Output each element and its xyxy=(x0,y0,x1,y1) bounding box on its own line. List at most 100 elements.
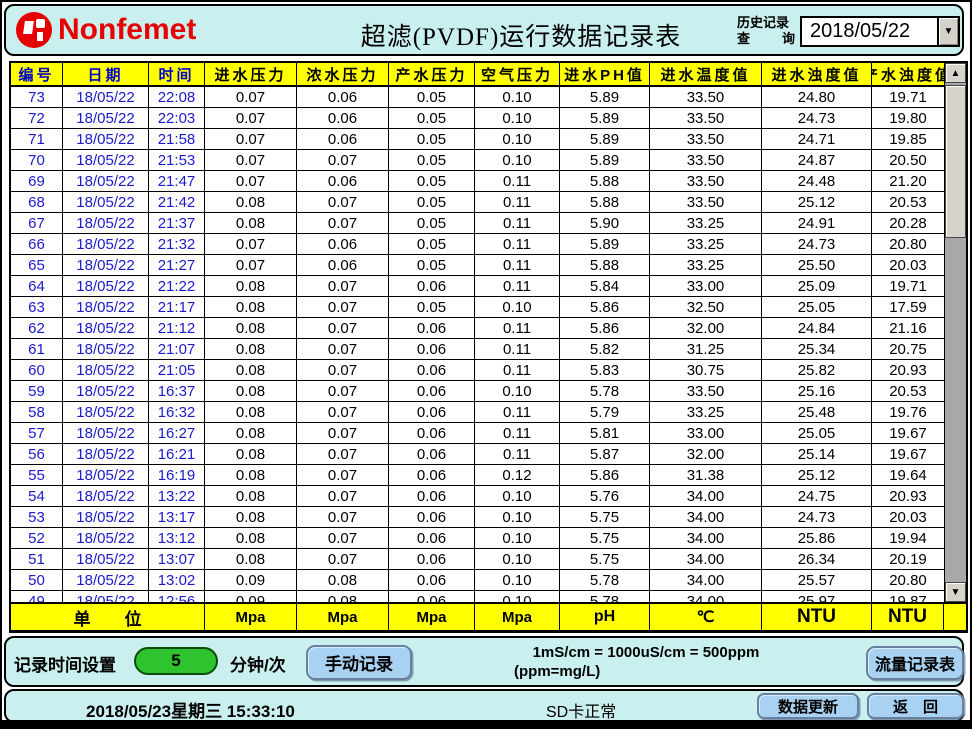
table-row: 5818/05/2216:320.080.070.060.115.7933.25… xyxy=(11,402,944,423)
table-cell: 21:58 xyxy=(149,129,205,150)
table-cell: 0.08 xyxy=(205,423,297,444)
unit-cell: NTU xyxy=(872,604,944,630)
record-interval-field[interactable]: 5 xyxy=(134,647,218,675)
table-cell: 19.80 xyxy=(872,108,944,129)
table-cell: 5.89 xyxy=(560,108,650,129)
return-button[interactable]: 返 回 xyxy=(867,693,964,719)
table-cell: 32.00 xyxy=(650,444,762,465)
history-date-select[interactable]: 2018/05/22 ▼ xyxy=(800,16,960,47)
table-cell: 24.48 xyxy=(762,171,872,192)
table-cell: 65 xyxy=(11,255,63,276)
scrollbar-thumb[interactable] xyxy=(945,85,966,238)
table-cell: 0.07 xyxy=(297,507,389,528)
table-cell: 21:42 xyxy=(149,192,205,213)
column-header: 时间 xyxy=(149,63,205,87)
control-panel: 记录时间设置 5 分钟/次 手动记录 1mS/cm = 1000uS/cm = … xyxy=(4,636,964,687)
history-query-label: 历史记录 查 询 xyxy=(737,15,795,47)
table-cell: 18/05/22 xyxy=(63,129,149,150)
table-cell: 64 xyxy=(11,276,63,297)
table-cell: 0.08 xyxy=(297,591,389,602)
table-cell: 18/05/22 xyxy=(63,507,149,528)
table-cell: 0.07 xyxy=(297,339,389,360)
table-cell: 19.64 xyxy=(872,465,944,486)
table-cell: 0.05 xyxy=(389,192,475,213)
table-cell: 18/05/22 xyxy=(63,486,149,507)
table-cell: 17.59 xyxy=(872,297,944,318)
table-cell: 0.11 xyxy=(475,255,560,276)
logo: Nonfemet xyxy=(16,12,196,48)
table-cell: 0.08 xyxy=(205,192,297,213)
vertical-scrollbar[interactable]: ▲ ▼ xyxy=(944,63,966,602)
table-cell: 50 xyxy=(11,570,63,591)
table-cell: 5.75 xyxy=(560,528,650,549)
table-row: 7218/05/2222:030.070.060.050.105.8933.50… xyxy=(11,108,944,129)
manual-record-button[interactable]: 手动记录 xyxy=(306,645,412,680)
table-cell: 18/05/22 xyxy=(63,213,149,234)
table-cell: 18/05/22 xyxy=(63,549,149,570)
history-date-value[interactable]: 2018/05/22 xyxy=(802,18,937,45)
table-cell: 0.07 xyxy=(297,213,389,234)
table-cell: 0.07 xyxy=(297,276,389,297)
table-cell: 0.07 xyxy=(205,150,297,171)
history-label-line2: 查 询 xyxy=(737,31,795,47)
table-cell: 0.10 xyxy=(475,507,560,528)
column-header: 产水压力 xyxy=(389,63,475,87)
table-cell: 0.06 xyxy=(389,423,475,444)
table-cell: 0.10 xyxy=(475,528,560,549)
table-cell: 0.06 xyxy=(389,486,475,507)
chevron-down-icon[interactable]: ▼ xyxy=(937,18,958,45)
table-cell: 13:07 xyxy=(149,549,205,570)
table-cell: 54 xyxy=(11,486,63,507)
table-cell: 73 xyxy=(11,87,63,108)
table-cell: 32.50 xyxy=(650,297,762,318)
table-cell: 0.08 xyxy=(205,381,297,402)
table-row: 5918/05/2216:370.080.070.060.105.7833.50… xyxy=(11,381,944,402)
table-cell: 25.05 xyxy=(762,423,872,444)
table-cell: 19.71 xyxy=(872,276,944,297)
scroll-up-icon[interactable]: ▲ xyxy=(945,63,966,83)
table-cell: 5.79 xyxy=(560,402,650,423)
table-cell: 5.78 xyxy=(560,570,650,591)
table-cell: 5.90 xyxy=(560,213,650,234)
scroll-down-icon[interactable]: ▼ xyxy=(945,582,966,602)
table-row: 4918/05/2212:560.090.080.060.105.7834.00… xyxy=(11,591,944,602)
table-cell: 5.88 xyxy=(560,255,650,276)
table-cell: 0.08 xyxy=(205,318,297,339)
table-cell: 0.05 xyxy=(389,213,475,234)
table-cell: 21:17 xyxy=(149,297,205,318)
table-cell: 25.12 xyxy=(762,465,872,486)
table-cell: 20.53 xyxy=(872,381,944,402)
table-cell: 0.06 xyxy=(389,507,475,528)
table-cell: 16:27 xyxy=(149,423,205,444)
table-cell: 34.00 xyxy=(650,528,762,549)
table-cell: 0.07 xyxy=(297,423,389,444)
table-cell: 0.08 xyxy=(205,444,297,465)
table-cell: 20.75 xyxy=(872,339,944,360)
table-cell: 33.25 xyxy=(650,234,762,255)
table-cell: 0.05 xyxy=(389,255,475,276)
table-cell: 34.00 xyxy=(650,570,762,591)
table-cell: 19.67 xyxy=(872,423,944,444)
unit-cell: Mpa xyxy=(205,604,297,630)
column-header: 产水浊度值 xyxy=(872,63,944,87)
table-cell: 18/05/22 xyxy=(63,465,149,486)
table-cell: 49 xyxy=(11,591,63,602)
table-cell: 13:17 xyxy=(149,507,205,528)
table-cell: 0.11 xyxy=(475,192,560,213)
table-cell: 20.93 xyxy=(872,360,944,381)
table-cell: 20.03 xyxy=(872,507,944,528)
flow-record-table-button[interactable]: 流量记录表 xyxy=(866,646,964,680)
unit-cell: NTU xyxy=(762,604,872,630)
table-cell: 0.06 xyxy=(297,255,389,276)
data-update-button[interactable]: 数据更新 xyxy=(757,693,859,719)
table-cell: 60 xyxy=(11,360,63,381)
table-cell: 5.78 xyxy=(560,591,650,602)
logo-text: Nonfemet xyxy=(58,12,196,48)
table-cell: 33.50 xyxy=(650,381,762,402)
table-cell: 0.11 xyxy=(475,318,560,339)
table-cell: 24.73 xyxy=(762,234,872,255)
table-cell: 22:08 xyxy=(149,87,205,108)
table-cell: 57 xyxy=(11,423,63,444)
table-cell: 0.08 xyxy=(205,213,297,234)
table-cell: 18/05/22 xyxy=(63,528,149,549)
